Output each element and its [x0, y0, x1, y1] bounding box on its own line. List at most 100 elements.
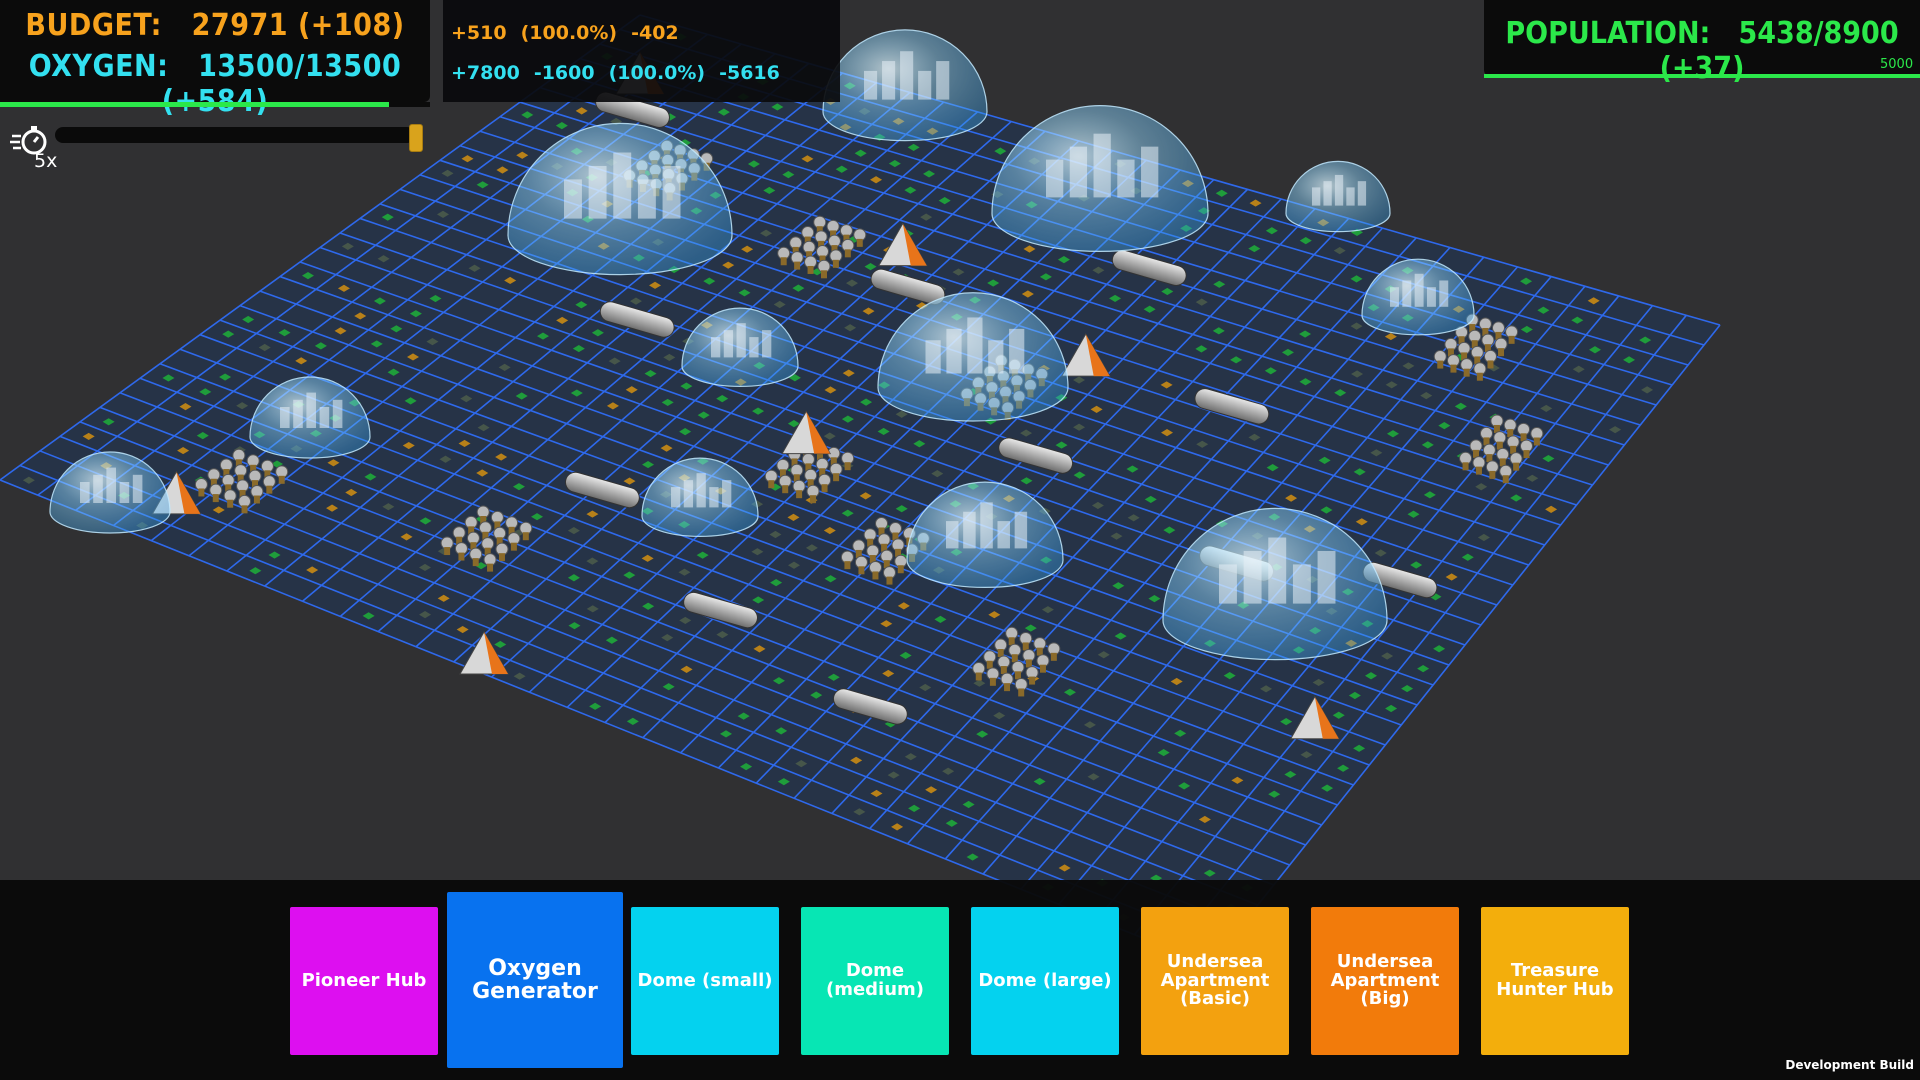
generator-base: [1475, 466, 1482, 475]
dome-building: [1357, 181, 1367, 206]
dome-building: [93, 474, 103, 503]
generator-base: [1039, 664, 1046, 673]
resource-panel: BUDGET: 27971 (+108) OXYGEN: 13500/13500…: [0, 0, 430, 119]
budget-value: 27971: [191, 8, 289, 43]
dome-building: [80, 482, 90, 503]
budget-readout: BUDGET: 27971 (+108): [0, 8, 430, 43]
generator-base: [844, 561, 851, 570]
generator-base: [1050, 652, 1057, 661]
dome-building: [1402, 280, 1412, 307]
build-button-undersea-apartment-basic[interactable]: Undersea Apartment (Basic): [1141, 907, 1289, 1055]
generator-base: [1513, 462, 1520, 471]
development-build-label: Development Build: [1785, 1058, 1914, 1072]
budget-rate-row: +510 (100.0%) -402: [451, 22, 693, 44]
generator-base: [498, 553, 505, 562]
dome-building: [132, 474, 143, 503]
generator-base: [241, 505, 248, 514]
build-button-dome-medium[interactable]: Dome (medium): [801, 907, 949, 1055]
dome-building: [1414, 273, 1424, 307]
generator-base: [1489, 470, 1496, 479]
population-progress-fill: [1484, 74, 1920, 78]
dome-building: [723, 330, 734, 358]
generator-base: [886, 576, 893, 585]
dome-building: [306, 392, 316, 428]
oxygen-readout: OXYGEN: 13500/13500 (+584): [0, 49, 430, 119]
build-button-pioneer-hub[interactable]: Pioneer Hub: [290, 907, 438, 1055]
dome-building: [980, 502, 993, 549]
generator-base: [832, 259, 839, 268]
dome-building: [967, 317, 983, 374]
dome-building: [925, 340, 941, 374]
generator-base: [266, 485, 273, 494]
build-button-oxygen-generator[interactable]: Oxygen Generator: [447, 892, 623, 1068]
budget-delta: (+108): [297, 8, 405, 43]
generator-base: [1498, 348, 1505, 357]
dome-building: [1334, 174, 1344, 206]
dome-building: [1046, 159, 1064, 198]
generator-base: [820, 270, 827, 279]
generator-base: [458, 552, 465, 561]
generator-base: [782, 485, 789, 494]
speed-slider[interactable]: [55, 124, 423, 152]
dome-building: [864, 70, 878, 100]
build-button-treasure-hunter-hub[interactable]: Treasure Hunter Hub: [1481, 907, 1629, 1055]
build-button-undersea-apartment-big[interactable]: Undersea Apartment (Big): [1311, 907, 1459, 1055]
generator-base: [810, 495, 817, 504]
generator-base: [1018, 688, 1025, 697]
dome-building: [671, 487, 681, 508]
generator-base: [227, 499, 234, 508]
dome-building: [722, 480, 732, 508]
dome-building: [1390, 287, 1399, 307]
generator-base: [858, 566, 865, 575]
generator-base: [844, 462, 851, 471]
dome-building: [736, 323, 746, 358]
dome-building: [749, 337, 759, 358]
generator-base: [1487, 360, 1494, 369]
generator-base: [522, 532, 529, 541]
generator-base: [1462, 462, 1469, 471]
budget-label: BUDGET:: [25, 8, 162, 43]
dome-building: [280, 407, 290, 428]
dome-building: [1219, 564, 1237, 604]
generator-base: [212, 494, 219, 503]
dome-building: [936, 61, 950, 100]
dome-building: [1243, 550, 1262, 604]
dome-building: [613, 152, 632, 219]
oxygen-progress-fill: [0, 102, 390, 107]
generator-base: [510, 542, 517, 551]
speed-slider-handle[interactable]: [409, 124, 423, 152]
dome-building: [1117, 159, 1135, 198]
generator-base: [472, 558, 479, 567]
dome-building: [564, 179, 582, 219]
dome-building: [1268, 537, 1287, 604]
build-toolbar: Pioneer Hub Oxygen Generator Dome (small) D…: [0, 880, 1920, 1080]
dome-building: [900, 51, 914, 100]
generator-base: [1508, 335, 1515, 344]
dome-building: [762, 330, 772, 358]
generator-base: [253, 495, 260, 504]
dome-building: [1292, 564, 1311, 604]
dome-building: [1426, 287, 1436, 307]
population-panel: POPULATION: 5438/8900 (+37): [1484, 0, 1920, 86]
dome-building: [963, 511, 976, 549]
generator-base: [872, 571, 879, 580]
population-value: 5438/8900: [1738, 16, 1899, 51]
generator-base: [796, 490, 803, 499]
generator-base: [487, 563, 494, 572]
generator-base: [198, 488, 205, 497]
dome-building: [1317, 550, 1336, 604]
budget-efficiency: (100.0%): [520, 22, 618, 44]
build-button-dome-large[interactable]: Dome (large): [971, 907, 1119, 1055]
oxygen-income: +7800: [451, 62, 520, 84]
budget-expense: -402: [631, 22, 679, 44]
oxygen-consumption: -5616: [719, 62, 780, 84]
dome-building: [997, 521, 1010, 549]
generator-base: [833, 473, 840, 482]
budget-income: +510: [451, 22, 507, 44]
dome-building: [946, 328, 962, 374]
dome-building: [882, 61, 896, 100]
oxygen-efficiency: (100.0%): [608, 62, 706, 84]
build-button-dome-small[interactable]: Dome (small): [631, 907, 779, 1055]
dome-building: [662, 165, 681, 219]
generator-base: [897, 565, 904, 574]
